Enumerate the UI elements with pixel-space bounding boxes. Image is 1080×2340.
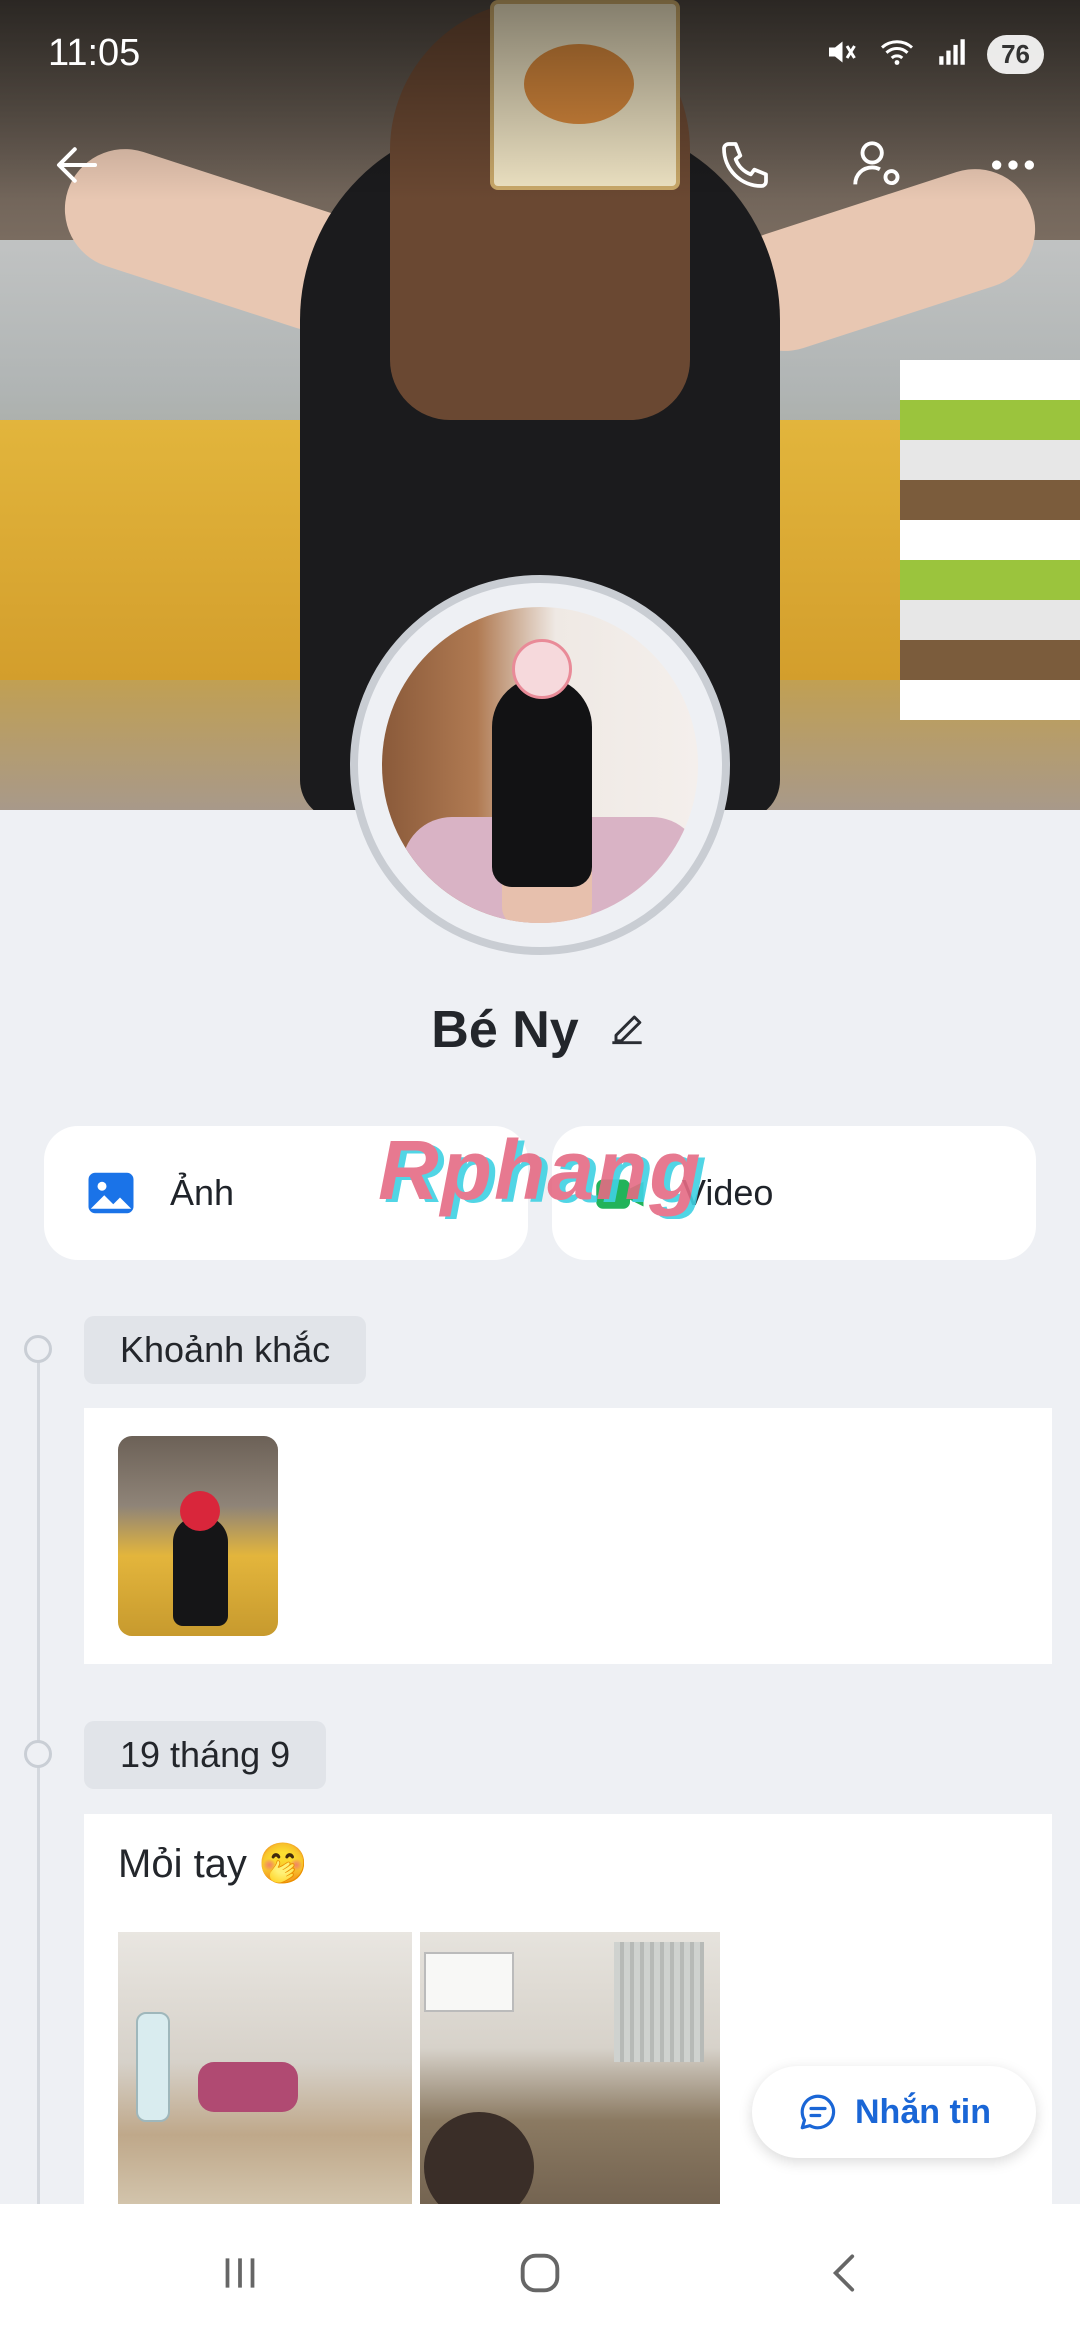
system-back-button[interactable] bbox=[806, 2238, 886, 2308]
cover-stools bbox=[900, 360, 1080, 720]
back-button[interactable] bbox=[32, 120, 122, 210]
pencil-icon bbox=[612, 1015, 642, 1044]
moments-panel bbox=[84, 1408, 1052, 1664]
post-image[interactable] bbox=[118, 1932, 416, 2222]
photos-label: Ảnh bbox=[170, 1172, 235, 1213]
thumbnail-person bbox=[173, 1516, 228, 1626]
moment-thumbnail[interactable] bbox=[118, 1436, 278, 1636]
send-message-button[interactable]: Nhắn tin bbox=[752, 2066, 1036, 2158]
date-label: 19 tháng 9 bbox=[84, 1721, 327, 1789]
mute-icon bbox=[823, 34, 859, 75]
image-bottle bbox=[136, 2012, 170, 2122]
timeline-line bbox=[37, 1350, 40, 2210]
more-options-button[interactable] bbox=[968, 120, 1058, 210]
image-window bbox=[614, 1942, 704, 2062]
home-icon bbox=[520, 2253, 560, 2293]
avatar-face-sticker bbox=[512, 639, 572, 699]
avatar-body bbox=[492, 677, 592, 887]
timeline-dot bbox=[24, 1335, 52, 1363]
profile-name-row: Bé Ny bbox=[0, 1000, 1080, 1060]
avatar[interactable] bbox=[382, 607, 698, 923]
image-pouch bbox=[198, 2062, 298, 2112]
wifi-icon bbox=[877, 34, 917, 75]
phone-icon bbox=[722, 142, 768, 188]
timeline-dot bbox=[24, 1740, 52, 1768]
status-icons: 76 bbox=[823, 34, 1044, 75]
post-image[interactable] bbox=[420, 1932, 720, 2222]
profile-name: Bé Ny bbox=[431, 1001, 579, 1059]
signal-icon bbox=[935, 35, 969, 74]
avatar-frame[interactable] bbox=[350, 575, 730, 955]
recent-apps-button[interactable] bbox=[200, 2238, 280, 2308]
status-bar: 11:05 76 bbox=[0, 0, 1080, 110]
profile-settings-button[interactable] bbox=[832, 120, 922, 210]
image-whiteboard bbox=[424, 1952, 514, 2012]
chevron-left-icon bbox=[832, 2254, 855, 2292]
home-button[interactable] bbox=[500, 2238, 580, 2308]
arrow-left-icon bbox=[56, 147, 98, 183]
status-time: 11:05 bbox=[48, 32, 141, 74]
edit-name-button[interactable] bbox=[605, 1006, 649, 1055]
thumbnail-head bbox=[180, 1491, 220, 1531]
top-action-bar bbox=[0, 120, 1080, 210]
user-settings-icon bbox=[853, 141, 900, 186]
post-text: Mỏi tay 🤭 bbox=[118, 1842, 308, 1886]
image-icon bbox=[88, 1172, 134, 1214]
more-dots-icon bbox=[992, 160, 1034, 170]
watermark: Rphang bbox=[378, 1123, 703, 1217]
send-message-label: Nhắn tin bbox=[855, 2092, 991, 2131]
chat-bubble-icon bbox=[800, 2094, 836, 2130]
moments-label: Khoảnh khắc bbox=[84, 1316, 367, 1384]
battery-indicator: 76 bbox=[987, 35, 1044, 74]
system-navigation-bar bbox=[0, 2204, 1080, 2340]
call-button[interactable] bbox=[700, 120, 790, 210]
recents-icon bbox=[225, 2258, 255, 2288]
